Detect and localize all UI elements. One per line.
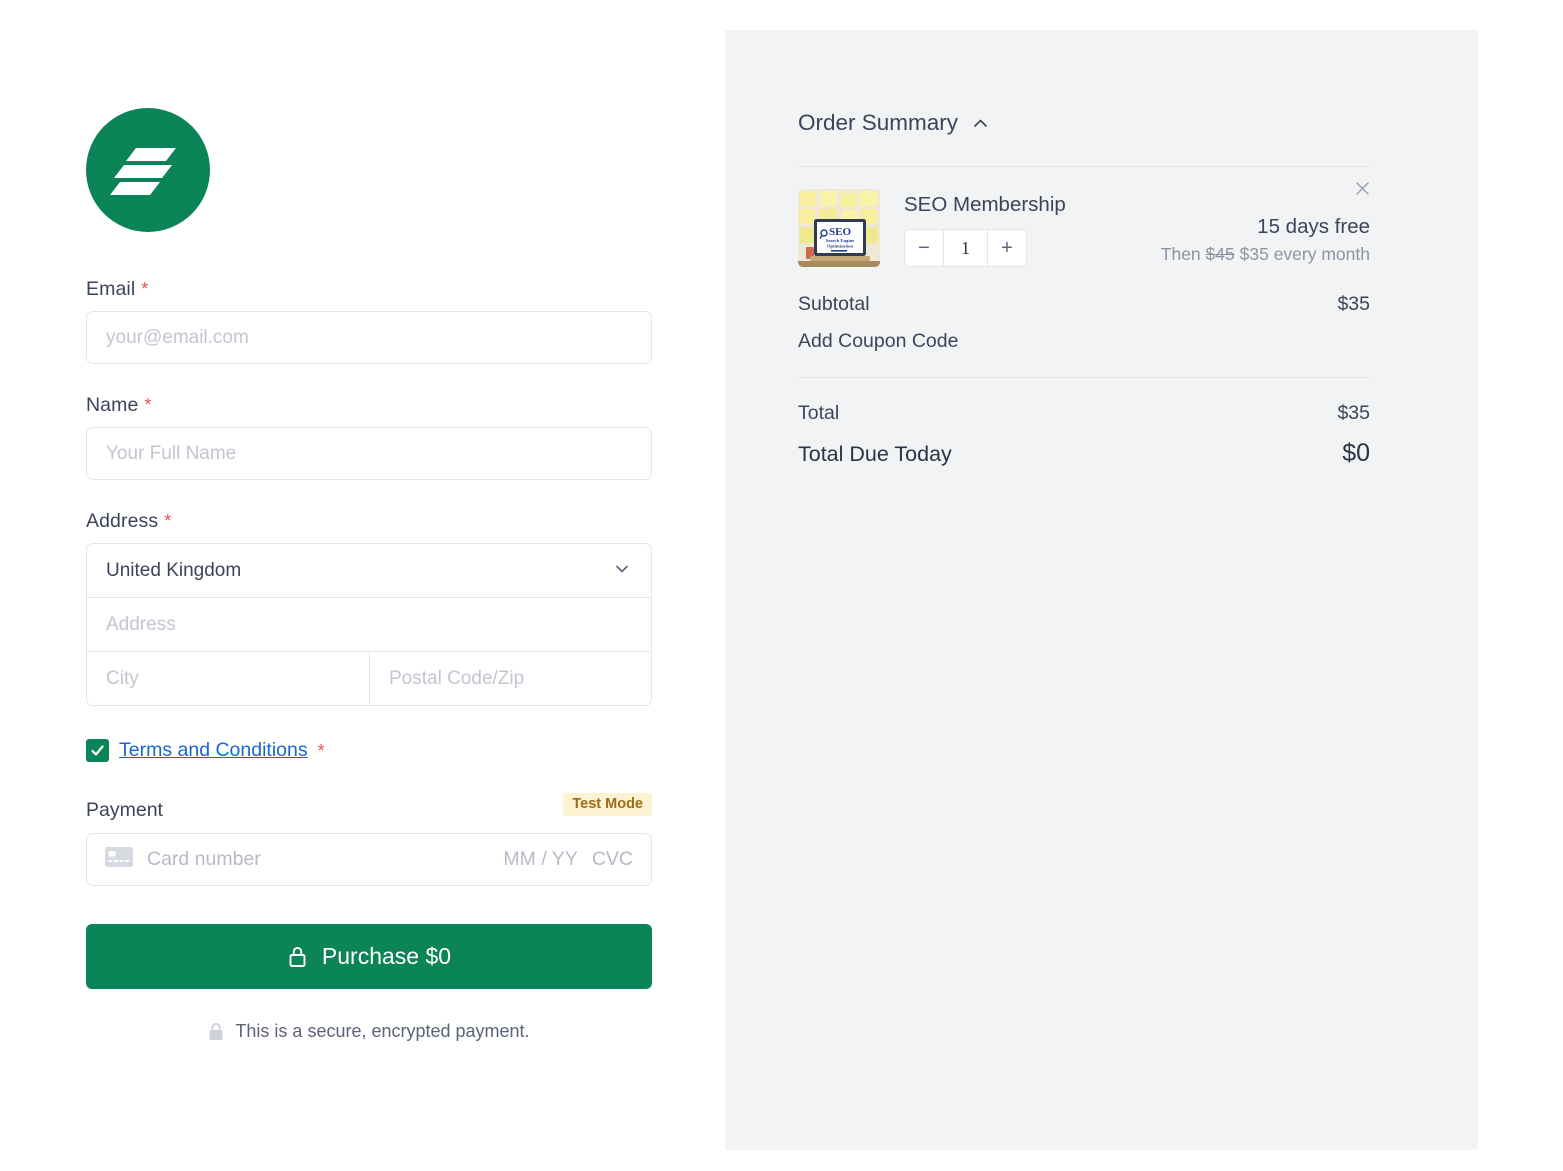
- postal-cell: [369, 652, 651, 705]
- summary-final-totals: Total $35 Total Due Today $0: [798, 378, 1370, 468]
- street-address-input[interactable]: [87, 598, 651, 651]
- quantity-value[interactable]: 1: [943, 230, 988, 266]
- terms-and-conditions-link[interactable]: Terms and Conditions: [119, 739, 308, 762]
- checkout-page: Email * Name * Address * United Kingdom: [0, 0, 1563, 1171]
- email-input[interactable]: [86, 311, 652, 364]
- payment-header: Payment Test Mode: [86, 792, 652, 822]
- payment-label: Payment: [86, 798, 163, 821]
- card-number-placeholder: Card number: [147, 848, 261, 870]
- country-select[interactable]: United Kingdom: [87, 544, 651, 597]
- order-summary-toggle[interactable]: Order Summary: [798, 110, 1370, 136]
- trial-period-text: 15 days free: [1257, 215, 1370, 238]
- remove-item-button[interactable]: [1353, 179, 1372, 198]
- country-select-value: United Kingdom: [106, 559, 242, 581]
- billing-period: every month: [1273, 244, 1370, 264]
- quantity-increment-button[interactable]: +: [988, 230, 1026, 266]
- address-label-text: Address: [86, 510, 159, 532]
- secure-payment-note: This is a secure, encrypted payment.: [86, 1021, 652, 1042]
- original-price: $45: [1205, 244, 1235, 264]
- current-price: $35: [1239, 244, 1269, 264]
- name-label: Name *: [86, 394, 652, 417]
- chevron-down-icon: [613, 559, 631, 582]
- city-input[interactable]: [87, 652, 369, 705]
- terms-checkbox[interactable]: [86, 739, 109, 762]
- card-input-field[interactable]: Card number MM / YY CVC: [86, 833, 652, 886]
- test-mode-badge: Test Mode: [563, 792, 652, 816]
- credit-card-icon: [105, 847, 133, 872]
- checkout-form: Email * Name * Address * United Kingdom: [86, 0, 652, 1042]
- address-group: United Kingdom: [86, 543, 652, 706]
- total-due-today-value: $0: [1342, 439, 1370, 467]
- street-row: [87, 598, 651, 652]
- seo-membership-product-image-icon: SEO Search Engine Optimization: [798, 189, 880, 267]
- name-input[interactable]: [86, 427, 652, 480]
- email-label: Email *: [86, 278, 652, 301]
- city-cell: [87, 652, 369, 705]
- subtotal-row: Subtotal $35: [798, 293, 1370, 316]
- summary-subtotals: Subtotal $35 Add Coupon Code: [798, 267, 1370, 353]
- then-prefix: Then: [1160, 244, 1201, 264]
- order-line-item: SEO Search Engine Optimization SEO Membe…: [798, 167, 1370, 267]
- add-coupon-code-row[interactable]: Add Coupon Code: [798, 330, 1370, 353]
- address-label: Address *: [86, 510, 652, 533]
- order-summary-panel: Order Summary SEO Search Engine Optimiza…: [725, 30, 1478, 1150]
- total-label: Total: [798, 402, 840, 424]
- order-summary-title: Order Summary: [798, 110, 959, 135]
- svg-text:SEO: SEO: [829, 226, 851, 238]
- email-label-text: Email: [86, 278, 136, 300]
- payment-block: Payment Test Mode Card number MM / YY CV…: [86, 792, 652, 886]
- quantity-decrement-button[interactable]: −: [905, 230, 943, 266]
- total-row: Total $35: [798, 402, 1370, 425]
- address-required-marker: *: [164, 511, 172, 531]
- total-value: $35: [1337, 402, 1370, 424]
- subtotal-label: Subtotal: [798, 293, 870, 315]
- name-field-block: Name *: [86, 394, 652, 480]
- close-icon: [1356, 182, 1369, 195]
- name-required-marker: *: [144, 395, 152, 415]
- card-expiry-placeholder: MM / YY: [503, 848, 578, 870]
- total-due-today-label: Total Due Today: [798, 442, 952, 466]
- country-row: United Kingdom: [87, 544, 651, 598]
- purchase-button-label: Purchase $0: [321, 943, 452, 969]
- chevron-up-icon: [971, 114, 990, 133]
- city-postal-row: [87, 652, 651, 705]
- padlock-icon: [208, 1022, 224, 1042]
- brand-logo: [86, 108, 210, 232]
- order-item-name: SEO Membership: [904, 193, 1066, 216]
- check-icon: [91, 745, 104, 756]
- order-item-pricing: 15 days free Then $45 $35 every month: [1161, 189, 1370, 265]
- secure-payment-text: This is a secure, encrypted payment.: [235, 1021, 530, 1041]
- subtotal-value: $35: [1337, 293, 1370, 315]
- recurring-price-text: Then $45 $35 every month: [1161, 244, 1370, 265]
- product-thumbnail: SEO Search Engine Optimization: [798, 189, 880, 267]
- email-field-block: Email *: [86, 278, 652, 364]
- add-coupon-code-label: Add Coupon Code: [798, 330, 959, 352]
- total-due-today-row: Total Due Today $0: [798, 439, 1370, 468]
- terms-row: Terms and Conditions *: [86, 739, 652, 762]
- order-item-details: SEO Membership − 1 +: [904, 189, 1066, 267]
- purchase-button[interactable]: Purchase $0: [86, 924, 652, 989]
- quantity-stepper: − 1 +: [904, 229, 1027, 267]
- terms-required-marker: *: [317, 740, 325, 761]
- email-required-marker: *: [141, 279, 149, 299]
- name-label-text: Name: [86, 394, 139, 416]
- postal-code-input[interactable]: [370, 652, 651, 705]
- company-logo-s-mark-icon: [110, 148, 176, 195]
- card-cvc-placeholder: CVC: [591, 848, 633, 870]
- svg-text:Search Engine: Search Engine: [826, 238, 854, 243]
- address-field-block: Address * United Kingdom: [86, 510, 652, 706]
- lock-icon: [287, 945, 308, 969]
- svg-text:Optimization: Optimization: [827, 244, 853, 249]
